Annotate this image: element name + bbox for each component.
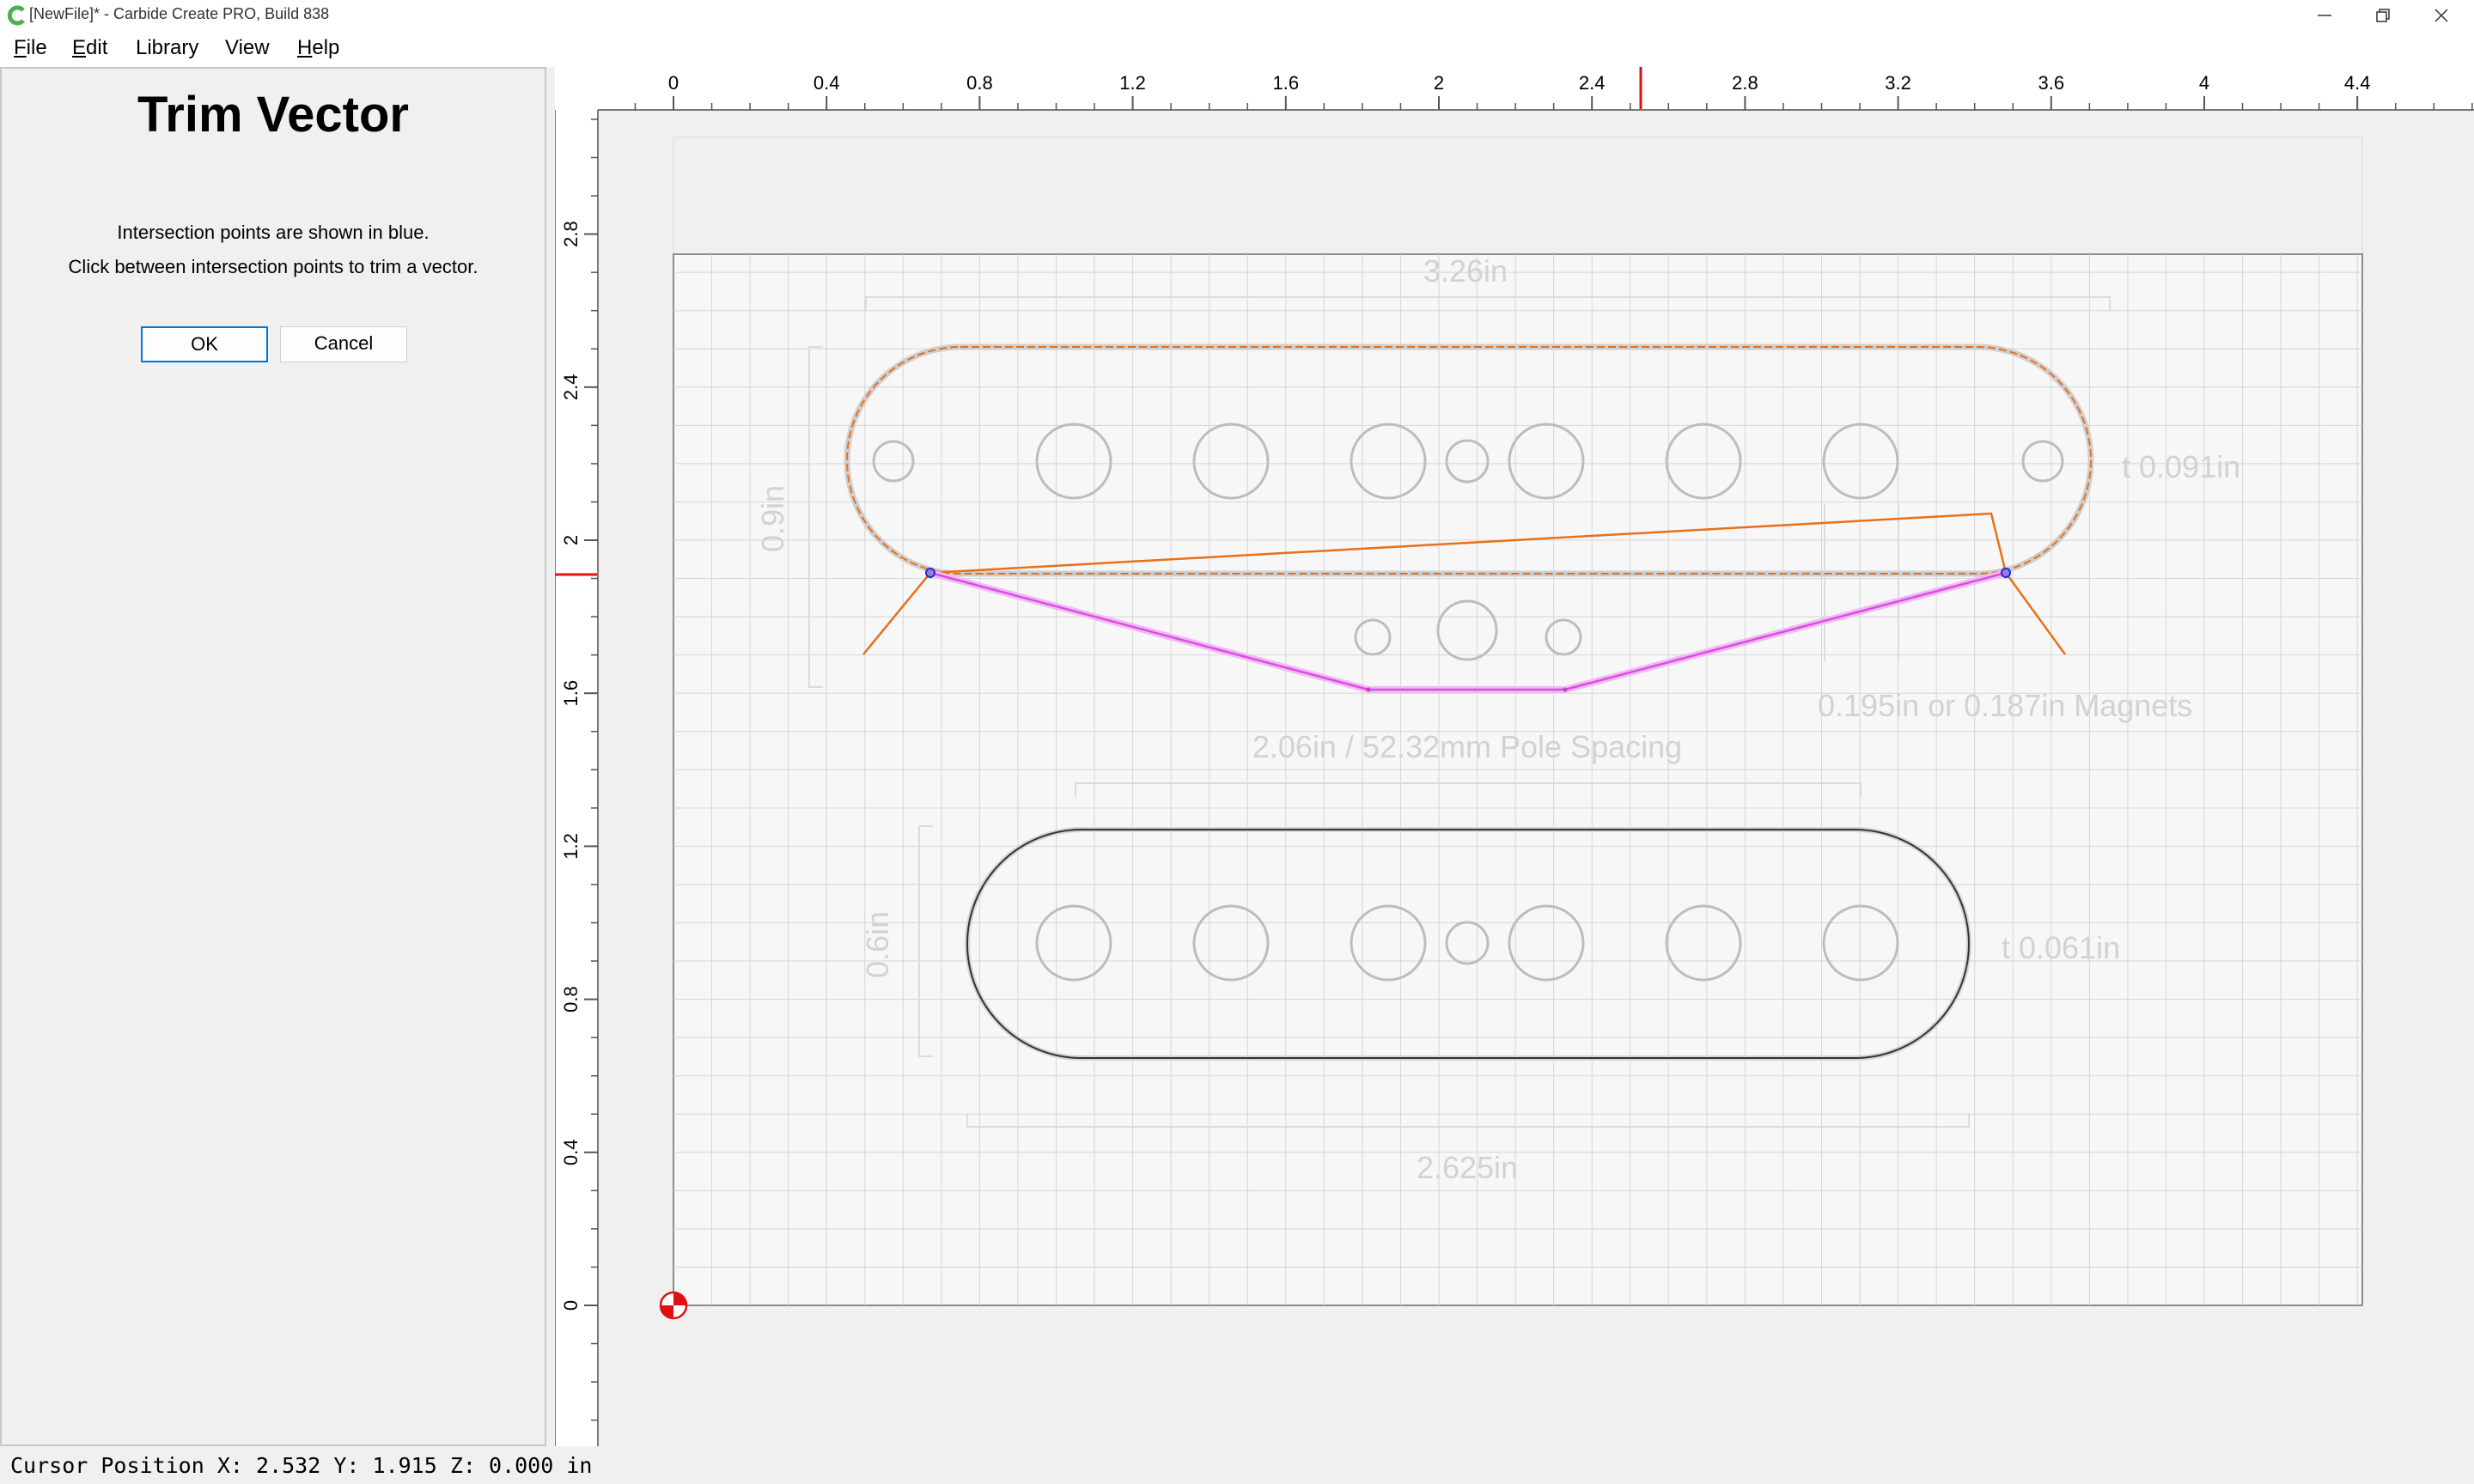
menu-view[interactable]: View xyxy=(225,36,270,60)
ruler-horizontal[interactable] xyxy=(555,67,2474,110)
cursor-z-value: 0.000 xyxy=(489,1453,554,1478)
close-button[interactable] xyxy=(2402,0,2474,31)
status-bar: Cursor Position X: 2.532 Y: 1.915 Z: 0.0… xyxy=(0,1450,2474,1484)
menu-help[interactable]: Help xyxy=(297,36,339,60)
instruction-text-1: Intersection points are shown in blue. xyxy=(117,222,430,243)
cursor-x-value: 2.532 xyxy=(256,1453,321,1478)
ruler-label: 3.2 xyxy=(1885,72,1911,94)
ruler-label: 3.6 xyxy=(2038,72,2065,94)
ruler-label: 0 xyxy=(668,72,679,94)
pole-spacing-label: 2.06in / 52.32mm Pole Spacing xyxy=(1252,729,1682,764)
ruler-label: 0.8 xyxy=(560,986,582,1013)
magnets-label: 0.195in or 0.187in Magnets xyxy=(1818,688,2192,723)
canvas-svg[interactable]: 3.26in 0.9in t 0.091in 0.195in or 0.187i… xyxy=(555,67,2474,1450)
design-canvas[interactable]: 3.26in 0.9in t 0.091in 0.195in or 0.187i… xyxy=(555,67,2474,1450)
title-bar: [NewFile]* - Carbide Create PRO, Build 8… xyxy=(0,0,2474,31)
ruler-label: 2 xyxy=(560,535,582,545)
ruler-label: 0.8 xyxy=(966,72,993,94)
ruler-label: 2 xyxy=(1434,72,1444,94)
intersection-point-left[interactable] xyxy=(925,568,935,578)
ruler-label: 1.2 xyxy=(560,833,582,860)
trim-node xyxy=(1366,687,1371,692)
thickness-top: t 0.091in xyxy=(2122,449,2240,484)
trim-node xyxy=(1563,687,1568,692)
instruction-text-2: Click between intersection points to tri… xyxy=(68,256,478,277)
origin-marker-icon xyxy=(659,1291,688,1320)
ruler-label: 0 xyxy=(560,1300,582,1311)
menu-edit[interactable]: Edit xyxy=(72,36,107,60)
ruler-label: 2.4 xyxy=(560,374,582,401)
menu-file[interactable]: File xyxy=(14,36,47,60)
ruler-label: 1.6 xyxy=(1273,72,1300,94)
window-title: [NewFile]* - Carbide Create PRO, Build 8… xyxy=(29,5,330,22)
carbide-logo-icon xyxy=(7,5,25,26)
menu-library[interactable]: Library xyxy=(136,36,198,60)
dim-width-bottom: 2.625in xyxy=(1417,1150,1518,1185)
menu-bar: File Edit Library View Help xyxy=(0,31,2474,67)
dim-width-top: 3.26in xyxy=(1423,253,1508,289)
ruler-label: 1.6 xyxy=(560,680,582,707)
ruler-label: 4 xyxy=(2199,72,2209,94)
ruler-label: 2.4 xyxy=(1579,72,1606,94)
workspace-area[interactable] xyxy=(673,253,2363,1306)
panel-title: Trim Vector xyxy=(137,87,409,143)
close-icon xyxy=(2434,9,2448,22)
ok-button[interactable]: OK xyxy=(141,326,268,362)
ruler-corner xyxy=(555,67,598,110)
minimize-icon xyxy=(2318,15,2331,16)
dim-height-bottom: 0.6in xyxy=(860,911,895,978)
ruler-label: 4.4 xyxy=(2344,72,2371,94)
trim-vector-panel: Trim Vector Intersection points are show… xyxy=(0,67,546,1446)
ruler-label: 0.4 xyxy=(813,72,840,94)
intersection-point-right[interactable] xyxy=(2001,568,2011,578)
thickness-bottom: t 0.061in xyxy=(2002,930,2120,965)
dim-height-top: 0.9in xyxy=(755,485,790,552)
cursor-y-value: 1.915 xyxy=(372,1453,437,1478)
ruler-label: 0.4 xyxy=(560,1140,582,1166)
ruler-label: 2.8 xyxy=(560,221,582,247)
cursor-position-readout: Cursor Position X: 2.532 Y: 1.915 Z: 0.0… xyxy=(10,1453,593,1478)
cancel-button[interactable]: Cancel xyxy=(280,326,407,362)
ruler-label: 2.8 xyxy=(1732,72,1758,94)
ruler-label: 1.2 xyxy=(1119,72,1146,94)
restore-icon xyxy=(2376,9,2390,22)
